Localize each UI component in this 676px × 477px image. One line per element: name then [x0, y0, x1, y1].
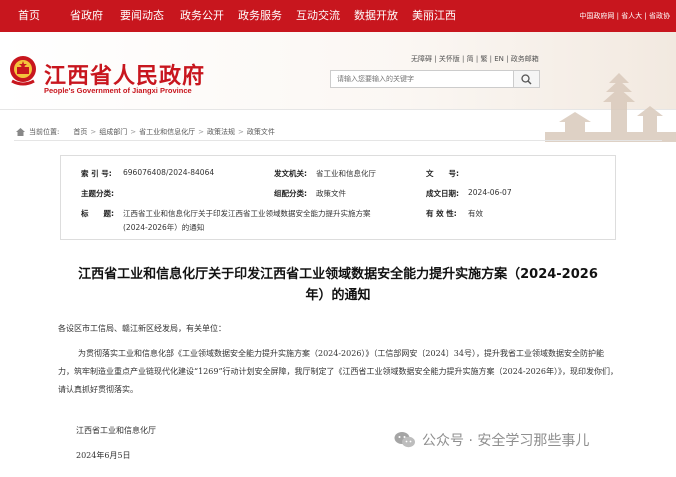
nav-interaction[interactable]: 互动交流 — [296, 0, 340, 32]
breadcrumb-separator: > — [198, 128, 204, 136]
title-value-line2: (2024-2026年）的通知 — [123, 223, 205, 232]
nav-beautiful-jiangxi[interactable]: 美丽江西 — [412, 0, 456, 32]
date-label: 成文日期: — [426, 189, 459, 198]
validity-label: 有 效 性: — [426, 209, 457, 218]
home-icon — [16, 128, 25, 136]
nav-provincial-gov[interactable]: 省政府 — [70, 0, 103, 32]
category-label: 主题分类: — [81, 189, 114, 198]
watermark-text: 公众号 · 安全学习那些事儿 — [422, 433, 590, 449]
breadcrumb-separator: > — [130, 128, 137, 136]
date-value: 2024-06-07 — [468, 188, 512, 197]
search-button[interactable] — [514, 70, 540, 88]
title-value-line1: 江西省工业和信息化厅关于印发江西省工业领域数据安全能力提升实施方案 — [123, 209, 371, 218]
article-title: 江西省工业和信息化厅关于印发江西省工业领域数据安全能力提升实施方案（2024-2… — [58, 264, 618, 306]
breadcrumb-departments[interactable]: 组成部门 — [99, 127, 127, 137]
divider — [14, 140, 662, 141]
breadcrumb-separator: > — [237, 128, 244, 136]
tool-simplified[interactable]: 简 — [467, 55, 474, 63]
breadcrumb-home[interactable]: 首页 — [73, 127, 87, 137]
index-value: 696076408/2024-84064 — [123, 168, 215, 177]
nav-gov-services[interactable]: 政务服务 — [238, 0, 282, 32]
agency-value: 省工业和信息化厅 — [316, 169, 376, 178]
top-nav: 首页 省政府 要闻动态 政务公开 政务服务 互动交流 数据开放 美丽江西 中国政… — [0, 0, 676, 32]
article-date: 2024年6月5日 — [76, 451, 131, 460]
article-signature: 江西省工业和信息化厅 — [76, 426, 156, 435]
tool-gov-mail[interactable]: 政务邮箱 — [511, 55, 539, 63]
link-central-gov[interactable]: 中国政府网 — [579, 12, 614, 20]
link-provincial-cppcc[interactable]: 省政协 — [649, 12, 670, 20]
tool-english[interactable]: EN — [494, 55, 504, 63]
docno-label: 文 号: — [426, 169, 459, 178]
watermark: 公众号 · 安全学习那些事儿 — [394, 430, 589, 450]
breadcrumb-miit-dept[interactable]: 省工业和信息化厅 — [139, 127, 195, 137]
article-paragraph: 为贯彻落实工业和信息化部《工业领域数据安全能力提升实施方案（2024-2026）… — [58, 349, 618, 394]
tool-care-mode[interactable]: 关怀版 — [439, 55, 460, 63]
genre-value: 政策文件 — [316, 189, 346, 198]
link-provincial-congress[interactable]: 省人大 — [621, 12, 642, 20]
nav-external-links: 中国政府网 | 省人大 | 省政协 — [579, 12, 670, 20]
site-subtitle: People's Government of Jiangxi Province — [44, 86, 192, 95]
nav-open-data[interactable]: 数据开放 — [354, 0, 398, 32]
title-label: 标 题: — [81, 209, 114, 218]
index-label: 索 引 号: — [81, 169, 112, 178]
pavilion-skyline-icon — [545, 73, 676, 142]
document-info-table: 索 引 号: 696076408/2024-84064 发文机关: 省工业和信息… — [60, 155, 616, 240]
nav-home[interactable]: 首页 — [18, 0, 40, 32]
header-tools: 无障碍 | 关怀版 | 简 | 繁 | EN | 政务邮箱 — [411, 55, 539, 63]
agency-label: 发文机关: — [274, 169, 307, 178]
article-title-line2: 年）的通知 — [305, 288, 371, 303]
site-header: 江西省人民政府 People's Government of Jiangxi P… — [0, 32, 676, 142]
breadcrumb-separator: > — [90, 128, 97, 136]
nav-news[interactable]: 要闻动态 — [120, 0, 164, 32]
wechat-icon — [394, 432, 415, 448]
article-salutation: 各设区市工信局、赣江新区经发局，有关单位： — [58, 324, 226, 333]
genre-label: 组配分类: — [274, 189, 307, 198]
validity-value: 有效 — [468, 209, 483, 218]
article-title-line1: 江西省工业和信息化厅关于印发江西省工业领域数据安全能力提升实施方案（2024-2… — [78, 267, 598, 282]
search-input[interactable] — [330, 70, 514, 88]
tool-accessibility[interactable]: 无障碍 — [411, 55, 432, 63]
tool-traditional[interactable]: 繁 — [480, 55, 487, 63]
national-emblem-icon — [10, 56, 36, 86]
breadcrumb-label: 当前位置: — [29, 128, 60, 136]
breadcrumb: 当前位置: 首页 > 组成部门 > 省工业和信息化厅 > 政策法规 > 政策文件 — [16, 127, 275, 137]
nav-gov-affairs-open[interactable]: 政务公开 — [180, 0, 224, 32]
breadcrumb-policy-documents[interactable]: 政策文件 — [247, 127, 275, 137]
breadcrumb-policy-regulations[interactable]: 政策法规 — [207, 127, 235, 137]
search-icon — [521, 73, 532, 84]
